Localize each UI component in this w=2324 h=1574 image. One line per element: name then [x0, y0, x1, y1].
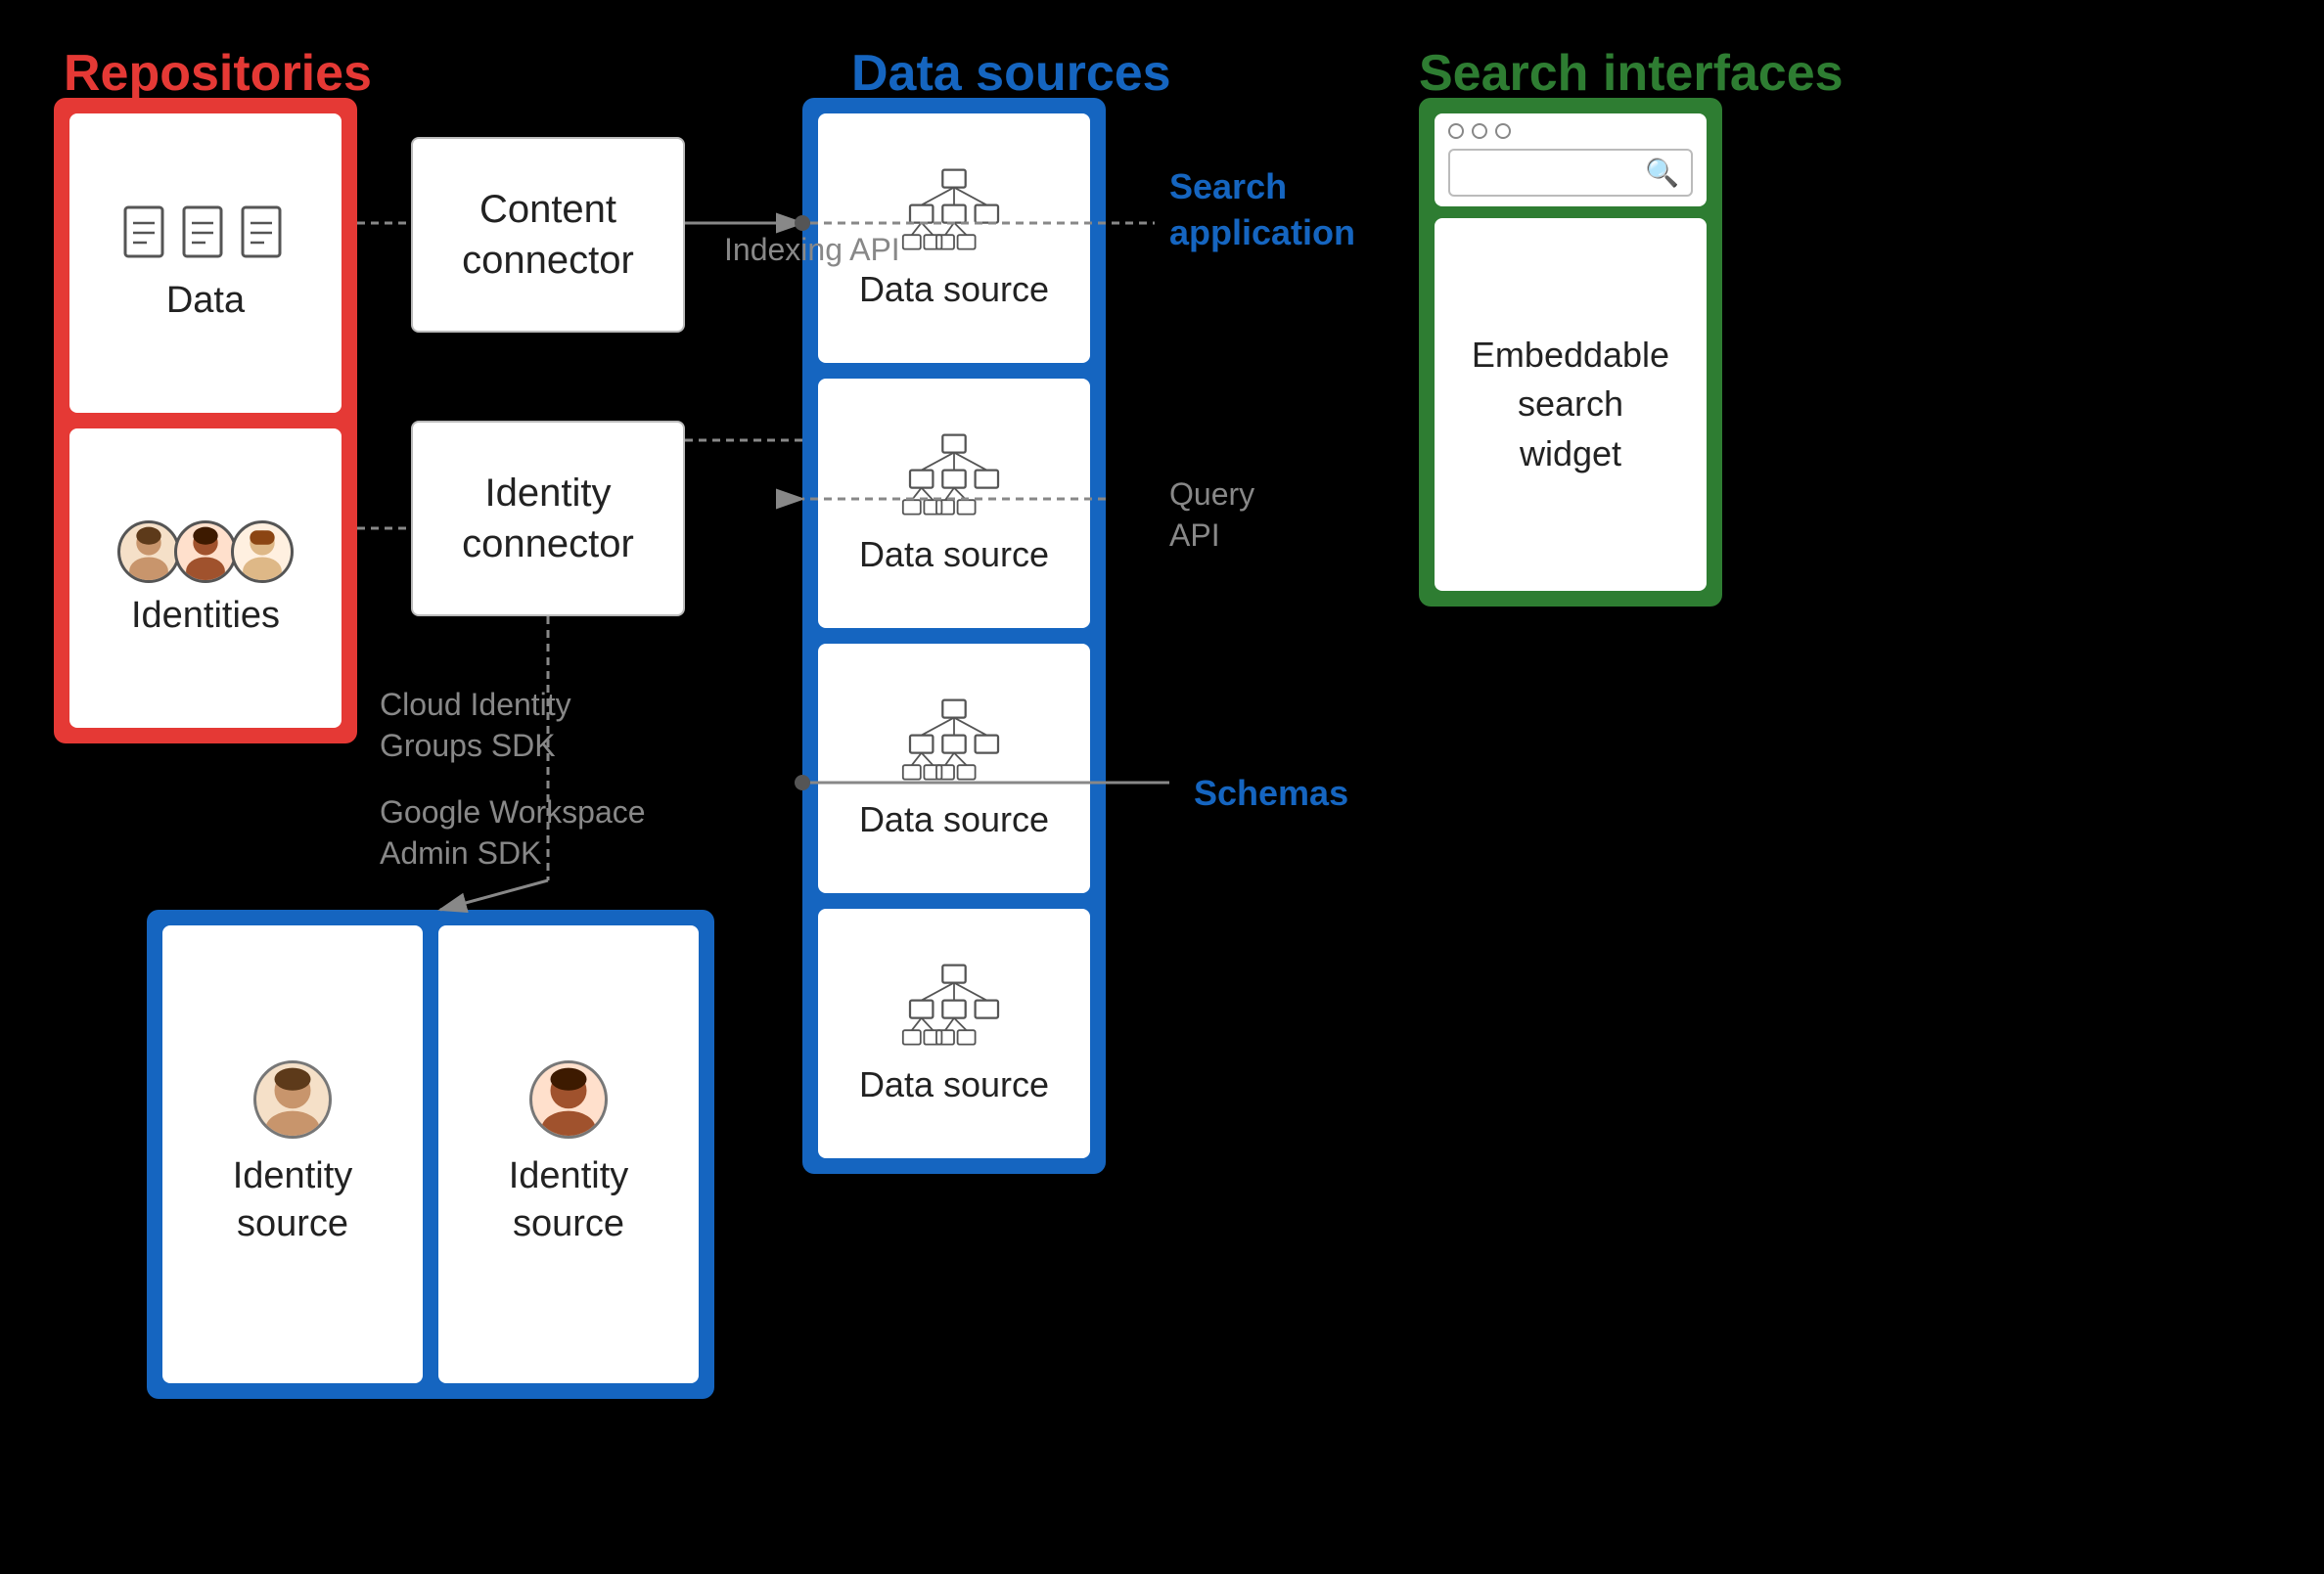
identity-source-1-label: Identity source [182, 1152, 403, 1249]
indexing-api-label: Indexing API [724, 230, 900, 271]
search-application-label: Searchapplication [1169, 164, 1355, 256]
identity-source-1-avatar [253, 1060, 332, 1139]
schemas-label: Schemas [1194, 773, 1348, 814]
data-box: Data [69, 113, 342, 413]
identity-connector-box: Identityconnector [411, 421, 685, 616]
cloud-identity-label: Cloud IdentityGroups SDK [380, 685, 571, 766]
person-icon-1 [117, 520, 180, 583]
repositories-label: Repositories [64, 44, 372, 103]
doc-icon-2 [180, 205, 231, 268]
data-source-3-label: Data source [859, 799, 1049, 840]
search-interfaces-box: 🔍 Embeddablesearchwidget [1419, 98, 1722, 607]
search-icon: 🔍 [1645, 157, 1679, 189]
identity-connector-label: Identityconnector [462, 468, 634, 569]
embeddable-widget-label: Embeddablesearchwidget [1472, 331, 1669, 478]
data-source-4: Data source [818, 909, 1090, 1158]
data-source-4-label: Data source [859, 1064, 1049, 1105]
search-bar[interactable]: 🔍 [1448, 149, 1693, 197]
data-icons [121, 205, 290, 268]
embeddable-widget-box: Embeddablesearchwidget [1435, 218, 1707, 591]
data-source-1-label: Data source [859, 269, 1049, 310]
content-connector-label: Contentconnector [462, 184, 634, 286]
identities-box: Identities [69, 428, 342, 728]
query-api-label: QueryAPI [1169, 474, 1254, 556]
window-dots [1448, 123, 1693, 139]
doc-icon-3 [239, 205, 290, 268]
search-interfaces-label: Search interfaces [1419, 44, 1844, 103]
repositories-box: Data [54, 98, 357, 743]
window-dot-3 [1495, 123, 1511, 139]
identity-source-2-label: Identity source [458, 1152, 679, 1249]
person-icon-2 [174, 520, 237, 583]
diagram-container: Repositories Data sources Search interfa… [0, 0, 2324, 1574]
person-icon-3 [231, 520, 294, 583]
identity-source-1: Identity source [162, 925, 423, 1383]
identity-icons [117, 520, 294, 583]
doc-icon-1 [121, 205, 172, 268]
identities-label: Identities [131, 595, 280, 637]
window-dot-2 [1472, 123, 1487, 139]
tree-icon-1 [900, 166, 1008, 259]
window-dot-1 [1448, 123, 1464, 139]
tree-icon-3 [900, 697, 1008, 789]
search-browser-card: 🔍 [1435, 113, 1707, 206]
data-label: Data [166, 280, 245, 322]
identity-source-2-avatar [529, 1060, 608, 1139]
data-source-2-label: Data source [859, 534, 1049, 575]
tree-icon-4 [900, 962, 1008, 1055]
datasources-label: Data sources [851, 44, 1171, 103]
identity-sources-box: Identity source Identity source [147, 910, 714, 1399]
content-connector-box: Contentconnector [411, 137, 685, 333]
data-source-3: Data source [818, 644, 1090, 893]
data-source-2: Data source [818, 379, 1090, 628]
tree-icon-2 [900, 431, 1008, 524]
identity-source-2: Identity source [438, 925, 699, 1383]
google-workspace-label: Google WorkspaceAdmin SDK [380, 792, 646, 874]
